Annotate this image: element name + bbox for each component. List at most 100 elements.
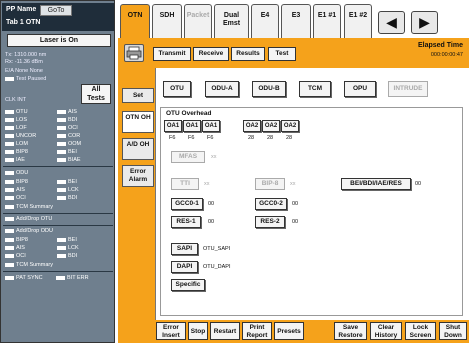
layer-odub-button[interactable]: ODU-B (252, 81, 286, 97)
oa1-byte-2-button[interactable]: OA1 (183, 120, 201, 132)
alarm-oom-indicator: OOM (57, 140, 81, 148)
tab-packet[interactable]: Packet (184, 4, 212, 38)
goto-button[interactable]: GoTo (40, 5, 72, 16)
tab-otn[interactable]: OTN (120, 4, 150, 39)
subtab-otn-oh[interactable]: OTN OH (122, 111, 154, 133)
layer-odua-button[interactable]: ODU-A (205, 81, 239, 97)
subtab-ad-oh[interactable]: A/D OH (122, 138, 154, 160)
tti-value: xx (204, 181, 210, 187)
oa1-byte-1-button[interactable]: OA1 (164, 120, 182, 132)
error-insert-button[interactable]: Error Insert (156, 322, 186, 340)
alarm-bip8-indicator: BIP8 (5, 236, 28, 244)
layer-otu-button[interactable]: OTU (163, 81, 191, 97)
alarm-biae-indicator: BIAE (57, 156, 81, 164)
tab-dual-emst[interactable]: Dual Emst (214, 4, 249, 38)
overhead-title: OTU Overhead (166, 110, 212, 117)
subtab-error-alarm[interactable]: Error Alarm (122, 165, 154, 187)
laser-button[interactable]: Laser is On (7, 34, 111, 47)
alarm-bdi-indicator: BDI (57, 116, 77, 124)
bip8-value: xx (290, 181, 296, 187)
res2-button[interactable]: RES-2 (255, 216, 285, 228)
oa1-byte-3-value: F6 (207, 135, 214, 141)
oa2-byte-3-value: 28 (286, 135, 293, 141)
alarm-bei-indicator: BEI (57, 148, 77, 156)
tab-sdh[interactable]: SDH (152, 4, 182, 38)
tti-button[interactable]: TTI (171, 178, 199, 190)
clk-int-label: CLK INT (5, 97, 27, 103)
sapi-value: OTU_SAPI (203, 246, 231, 252)
print-report-button[interactable]: Print Report (242, 322, 272, 340)
oa2-byte-2-value: 28 (267, 135, 274, 141)
layer-opu-button[interactable]: OPU (344, 81, 376, 97)
test-button[interactable]: Test (268, 47, 296, 61)
tab-e3[interactable]: E3 (281, 4, 311, 38)
led-icon (57, 237, 66, 242)
prev-tab-arrow-icon[interactable]: ◀ (378, 11, 405, 34)
ea-status: E/A None None (5, 68, 43, 74)
specific-button[interactable]: Specific (171, 279, 205, 291)
divider (3, 166, 113, 167)
subtab-set[interactable]: Set (122, 88, 154, 103)
results-button[interactable]: Results (231, 47, 265, 61)
toolbar: Transmit Receive Results Test Elapsed Ti… (118, 38, 469, 68)
stop-button[interactable]: Stop (188, 322, 208, 340)
sapi-button[interactable]: SAPI (171, 243, 198, 255)
led-icon (57, 187, 66, 192)
led-icon (5, 195, 14, 200)
alarm-bip8-indicator: BIP8 (5, 148, 28, 156)
led-icon (57, 109, 66, 114)
receive-button[interactable]: Receive (193, 47, 229, 61)
alarm-uncor-indicator: UNCOR (5, 132, 36, 140)
shut-down-button[interactable]: Shut Down (439, 322, 467, 340)
status-panel: PP Name GoTo Tab 1 OTN Laser is On Tx: 1… (0, 0, 115, 343)
led-icon (5, 253, 14, 258)
adddrop-otu-indicator: Add/Drop OTU (5, 215, 52, 223)
oa2-byte-2-button[interactable]: OA2 (262, 120, 280, 132)
oa2-byte-1-value: 28 (248, 135, 255, 141)
lock-screen-button[interactable]: Lock Screen (405, 322, 436, 340)
alarm-cor-indicator: COR (57, 132, 80, 140)
pp-tab: Tab 1 OTN (6, 19, 41, 26)
pp-name: PP Name (6, 6, 37, 13)
content-panel: OTU ODU-A ODU-B TCM OPU INTRUDE OTU Over… (155, 68, 469, 320)
alarm-oci-indicator: OCI (5, 252, 26, 260)
layer-tcm-button[interactable]: TCM (299, 81, 331, 97)
tab-e1-1[interactable]: E1 #1 (313, 4, 341, 38)
gcc01-button[interactable]: GCC0-1 (171, 198, 203, 210)
led-icon (57, 125, 66, 130)
led-icon (5, 245, 14, 250)
save-restore-button[interactable]: Save Restore (334, 322, 367, 340)
next-tab-arrow-icon[interactable]: ▶ (411, 11, 438, 34)
alarm-lck-indicator: LCK (57, 244, 79, 252)
oa2-byte-1-button[interactable]: OA2 (243, 120, 261, 132)
mfas-button[interactable]: MFAS (171, 151, 205, 163)
alarm-otu-indicator: OTU (5, 108, 28, 116)
led-icon (5, 237, 14, 242)
printer-icon[interactable] (124, 44, 144, 62)
oa2-byte-3-button[interactable]: OA2 (281, 120, 299, 132)
clear-history-button[interactable]: Clear History (370, 322, 402, 340)
alarm-bei-indicator: BEI (57, 236, 77, 244)
tab-e4[interactable]: E4 (251, 4, 279, 38)
bei-bdi-iae-res-button[interactable]: BEI/BDI/IAE/RES (341, 178, 411, 190)
transmit-button[interactable]: Transmit (153, 47, 191, 61)
res1-button[interactable]: RES-1 (171, 216, 201, 228)
gcc02-button[interactable]: GCC0-2 (255, 198, 287, 210)
bip8-button[interactable]: BIP-8 (255, 178, 285, 190)
led-icon (57, 149, 66, 154)
presets-button[interactable]: Presets (274, 322, 304, 340)
oa1-byte-3-button[interactable]: OA1 (202, 120, 220, 132)
dapi-button[interactable]: DAPI (171, 261, 198, 273)
alarm-bdi-indicator: BDI (57, 194, 77, 202)
alarm-oci-indicator: OCI (57, 124, 78, 132)
layer-intrude-button[interactable]: INTRUDE (388, 81, 428, 97)
test-led (5, 76, 14, 81)
all-tests-button[interactable]: All Tests (81, 84, 111, 104)
tab-e1-2[interactable]: E1 #2 (344, 4, 372, 38)
elapsed-time: Elapsed Time 000:00:00:47 (418, 42, 463, 58)
pp-header: PP Name GoTo Tab 1 OTN (2, 3, 114, 31)
restart-button[interactable]: Restart (210, 322, 240, 340)
led-icon (57, 253, 66, 258)
alarm-lck-indicator: LCK (57, 186, 79, 194)
test-status: Test Paused (5, 76, 46, 82)
